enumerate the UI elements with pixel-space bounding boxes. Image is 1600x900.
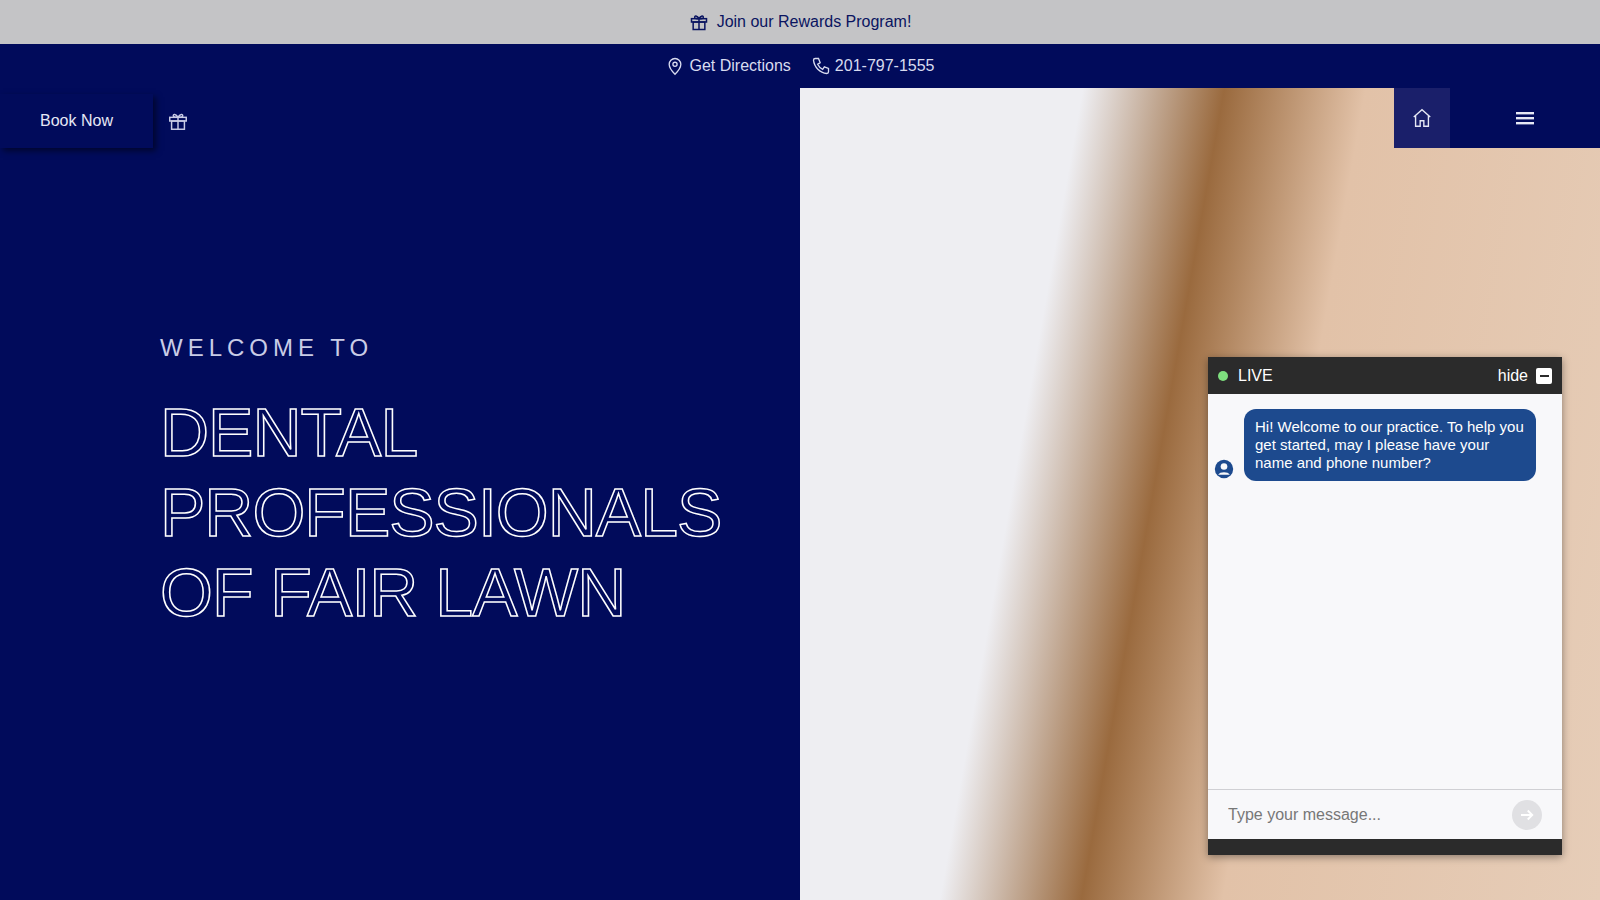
rewards-link[interactable]: Join our Rewards Program! [717, 10, 912, 34]
gift-icon [167, 110, 189, 132]
hero-panel: Book Now WELCOME TO DENTALPROFESSIONALSO… [0, 88, 800, 900]
hero-title: DENTALPROFESSIONALSOF FAIR LAWN [160, 392, 800, 632]
phone-icon [811, 56, 831, 76]
hero-title-line: DENTAL [160, 392, 800, 472]
phone-link[interactable]: 201-797-1555 [811, 54, 935, 78]
book-now-button[interactable]: Book Now [0, 94, 153, 148]
hero-title-line: OF FAIR LAWN [160, 552, 800, 632]
hide-button[interactable]: hide [1498, 364, 1528, 388]
chat-widget: LIVE hide Hi! Welcome to our practice. T… [1208, 357, 1562, 855]
user-avatar-icon [1214, 459, 1234, 479]
home-icon [1411, 107, 1433, 129]
minimize-icon[interactable] [1536, 368, 1552, 384]
info-bar: Get Directions 201-797-1555 [0, 44, 1600, 88]
hero-title-line: PROFESSIONALS [160, 472, 800, 552]
message-bubble: Hi! Welcome to our practice. To help you… [1244, 409, 1536, 481]
status-dot [1218, 371, 1228, 381]
rewards-bar[interactable]: Join our Rewards Program! [0, 0, 1600, 44]
chat-header: LIVE hide [1208, 357, 1562, 394]
menu-icon [1516, 110, 1534, 126]
send-button[interactable] [1512, 800, 1542, 830]
chat-message: Hi! Welcome to our practice. To help you… [1214, 409, 1536, 481]
gift-button[interactable] [167, 110, 189, 132]
arrow-right-icon [1518, 806, 1536, 824]
gift-icon [689, 12, 709, 32]
chat-messages: Hi! Welcome to our practice. To help you… [1208, 394, 1562, 789]
hero-eyebrow: WELCOME TO [160, 330, 800, 366]
directions-link[interactable]: Get Directions [665, 54, 790, 78]
menu-button[interactable] [1450, 88, 1600, 148]
chat-input[interactable] [1228, 803, 1504, 827]
chat-status: LIVE [1238, 364, 1273, 388]
home-button[interactable] [1394, 88, 1450, 148]
location-pin-icon [665, 56, 685, 76]
